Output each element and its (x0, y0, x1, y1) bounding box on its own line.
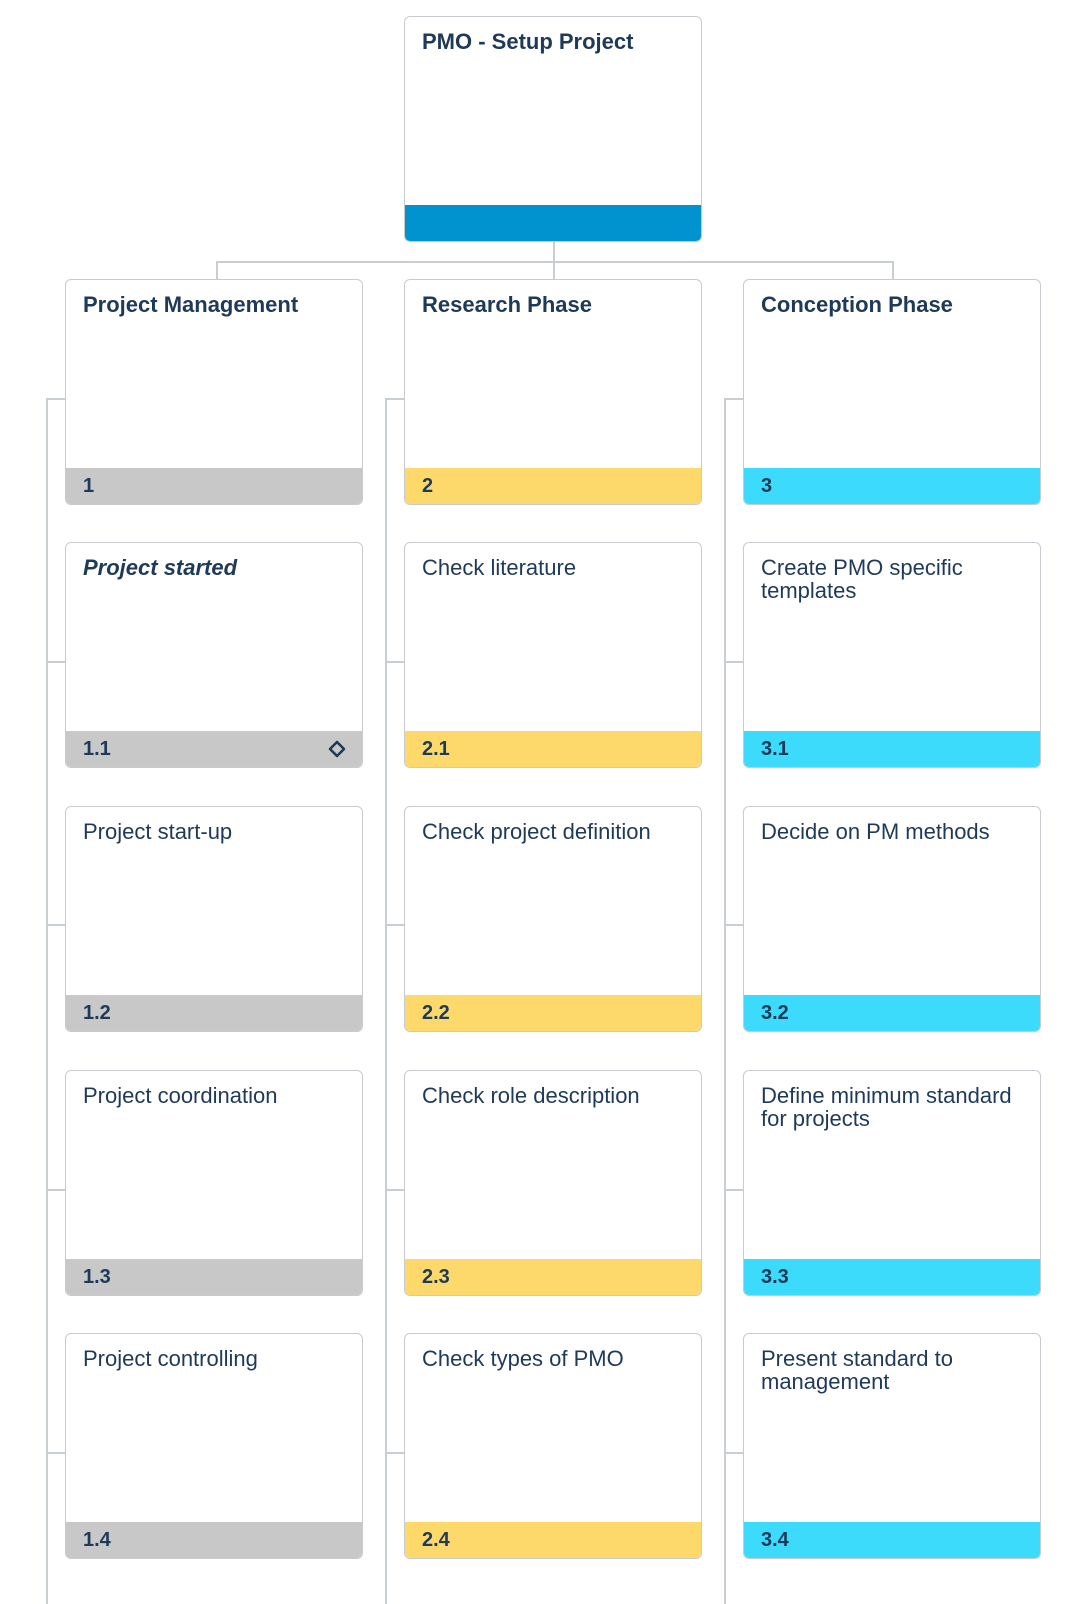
connector-phase-2 (553, 261, 555, 281)
task-number: 3.4 (744, 1522, 1040, 1558)
trunk-phase-1-top (46, 398, 66, 400)
task-footer: 1.1 (66, 731, 362, 767)
branch-3-1 (724, 661, 744, 663)
trunk-phase-3-top (724, 398, 744, 400)
task-card-1-3[interactable]: Project coordination 1.3 (65, 1070, 363, 1296)
task-card-2-3[interactable]: Check role description 2.3 (404, 1070, 702, 1296)
trunk-phase-1 (46, 398, 48, 1604)
root-project-footer (405, 205, 701, 241)
branch-3-4 (724, 1452, 744, 1454)
task-number: 2.3 (405, 1259, 701, 1295)
task-title: Check literature (422, 555, 577, 580)
root-project-card[interactable]: PMO - Setup Project (404, 16, 702, 242)
connector-phase-1 (216, 261, 218, 281)
task-number: 3.1 (744, 731, 1040, 767)
task-card-1-1[interactable]: Project started 1.1 (65, 542, 363, 768)
task-title: Define minimum standard for projects (761, 1083, 1012, 1131)
phase-number: 1 (66, 468, 362, 504)
phase-number: 3 (744, 468, 1040, 504)
phase-title: Research Phase (422, 292, 592, 317)
task-title: Present standard to management (761, 1346, 954, 1394)
phase-card-project-management[interactable]: Project Management 1 (65, 279, 363, 505)
phase-card-conception-phase[interactable]: Conception Phase 3 (743, 279, 1041, 505)
phase-title: Project Management (83, 292, 299, 317)
task-number: 2.4 (405, 1522, 701, 1558)
task-number: 1.1 (83, 738, 111, 760)
task-title: Check types of PMO (422, 1346, 624, 1371)
task-card-2-4[interactable]: Check types of PMO 2.4 (404, 1333, 702, 1559)
diamond-milestone-icon (328, 740, 346, 758)
branch-2-4 (385, 1452, 405, 1454)
connector-root-down (553, 241, 555, 262)
trunk-phase-2 (385, 398, 387, 1604)
task-number: 1.4 (66, 1522, 362, 1558)
task-card-3-4[interactable]: Present standard to management 3.4 (743, 1333, 1041, 1559)
task-number: 3.3 (744, 1259, 1040, 1295)
task-number: 3.2 (744, 995, 1040, 1031)
trunk-phase-2-top (385, 398, 405, 400)
task-card-1-2[interactable]: Project start-up 1.2 (65, 806, 363, 1032)
task-title: Decide on PM methods (761, 819, 990, 844)
branch-2-3 (385, 1189, 405, 1191)
phase-title: Conception Phase (761, 292, 953, 317)
task-title: Check role description (422, 1083, 640, 1108)
branch-1-1 (46, 661, 66, 663)
task-number: 2.2 (405, 995, 701, 1031)
phase-card-research-phase[interactable]: Research Phase 2 (404, 279, 702, 505)
task-card-3-3[interactable]: Define minimum standard for projects 3.3 (743, 1070, 1041, 1296)
task-card-2-1[interactable]: Check literature 2.1 (404, 542, 702, 768)
branch-3-2 (724, 924, 744, 926)
task-title: Create PMO specific templates (761, 555, 963, 603)
task-number: 1.3 (66, 1259, 362, 1295)
branch-2-1 (385, 661, 405, 663)
branch-3-3 (724, 1189, 744, 1191)
task-title: Project controlling (83, 1346, 258, 1371)
branch-2-2 (385, 924, 405, 926)
task-card-2-2[interactable]: Check project definition 2.2 (404, 806, 702, 1032)
task-card-1-4[interactable]: Project controlling 1.4 (65, 1333, 363, 1559)
task-card-3-1[interactable]: Create PMO specific templates 3.1 (743, 542, 1041, 768)
phase-number: 2 (405, 468, 701, 504)
branch-1-4 (46, 1452, 66, 1454)
connector-phase-3 (892, 261, 894, 281)
task-number: 1.2 (66, 995, 362, 1031)
task-title: Project started (83, 555, 238, 580)
trunk-phase-3 (724, 398, 726, 1604)
root-project-title: PMO - Setup Project (422, 29, 634, 54)
task-number: 2.1 (405, 731, 701, 767)
task-card-3-2[interactable]: Decide on PM methods 3.2 (743, 806, 1041, 1032)
branch-1-3 (46, 1189, 66, 1191)
task-title: Check project definition (422, 819, 651, 844)
task-title: Project start-up (83, 819, 233, 844)
branch-1-2 (46, 924, 66, 926)
task-title: Project coordination (83, 1083, 278, 1108)
